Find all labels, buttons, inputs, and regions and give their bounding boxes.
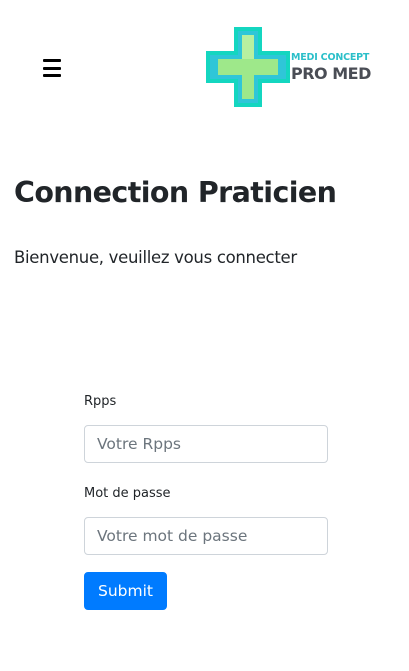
menu-button[interactable] [40,58,64,78]
login-form: Rpps Mot de passe Submit [84,393,328,610]
brand-logo[interactable]: MEDI CONCEPT PRO MED [206,27,376,107]
medical-cross-icon [206,27,290,107]
password-input[interactable] [84,517,328,555]
brand-name-top: MEDI CONCEPT [291,52,370,63]
password-field-group: Mot de passe [84,485,328,555]
brand-name-bottom: PRO MED [291,63,371,83]
page-title: Connection Praticien [14,176,337,209]
page-subtitle: Bienvenue, veuillez vous connecter [14,248,297,267]
hamburger-menu-icon [43,59,61,62]
rpps-label: Rpps [84,394,117,409]
brand-name: MEDI CONCEPT PRO MED [291,53,371,82]
submit-button[interactable]: Submit [84,572,167,610]
password-label: Mot de passe [84,486,171,501]
rpps-input[interactable] [84,425,328,463]
rpps-field-group: Rpps [84,393,328,463]
